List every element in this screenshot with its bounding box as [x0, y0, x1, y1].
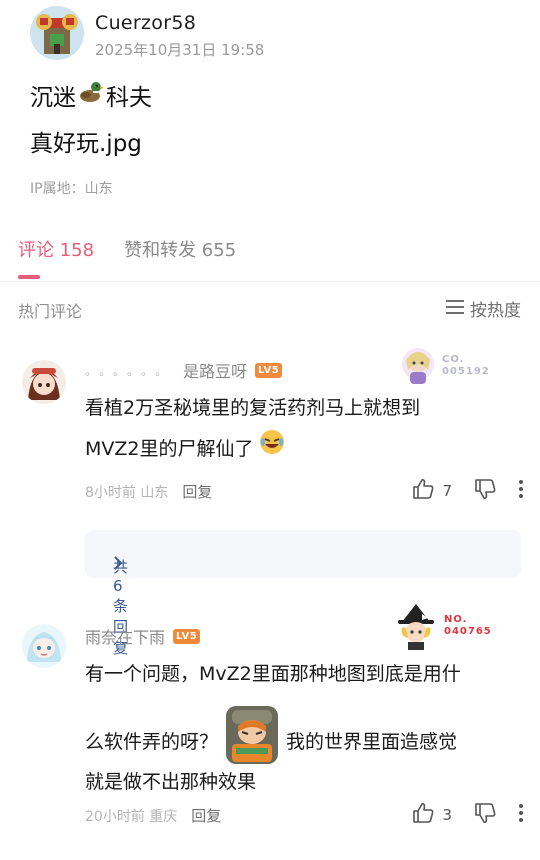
- post-text-line2: 真好玩.jpg: [30, 131, 142, 157]
- sort-by-heat-button[interactable]: 按热度: [446, 296, 521, 321]
- comment-text-line1: 有一个问题，MvZ2里面那种地图到底是用什: [85, 663, 461, 685]
- comment-location: 山东: [140, 484, 169, 501]
- comment-actions: 3: [412, 802, 524, 828]
- commenter-name-row: 。。。。。。 是路豆呀 LV5: [85, 358, 283, 382]
- author-avatar[interactable]: [30, 6, 84, 60]
- comment-text-line2-row: MVZ2里的尸解仙了: [85, 428, 525, 470]
- comment-time-location: 20小时前 重庆: [85, 806, 177, 826]
- tab-divider: [0, 281, 540, 282]
- badge-character-icon: [402, 348, 434, 384]
- commenter-name-row: 雨奈在下雨 LV5: [85, 624, 201, 648]
- comment-meta: 20小时前 重庆 回复: [85, 805, 221, 826]
- more-options-button[interactable]: [518, 803, 524, 827]
- badge-number: NO. 040765: [444, 614, 492, 638]
- post-timestamp: 2025年10月31日 19:58: [95, 41, 265, 59]
- author-avatar-image: [30, 6, 84, 60]
- badge-prefix: NO.: [444, 614, 468, 625]
- post-text-after: 科夫: [106, 85, 152, 111]
- thumbs-up-icon: [412, 802, 434, 828]
- commenter-avatar-image: [22, 360, 66, 404]
- comment-text: 有一个问题，MvZ2里面那种地图到底是用什 么软件弄的呀？ 我的世界里面造感觉 …: [85, 654, 525, 802]
- like-button[interactable]: 7: [412, 478, 452, 504]
- fan-badge: CO. 005192: [398, 344, 490, 388]
- thumbs-down-icon: [474, 802, 496, 828]
- active-tab-indicator: [18, 275, 40, 279]
- witch-character-icon: [398, 604, 434, 650]
- commenter-avatar[interactable]: [22, 360, 66, 404]
- post-text-line1: 沉迷 科夫: [30, 78, 152, 112]
- more-vertical-icon: [518, 479, 524, 503]
- duck-emoji-icon: [78, 80, 104, 110]
- reply-button[interactable]: 回复: [182, 481, 212, 502]
- commenter-avatar-image: [22, 624, 66, 668]
- comment-meta: 8小时前 山东 回复: [85, 481, 212, 502]
- comment-time: 20小时前: [85, 808, 145, 825]
- view-replies-button[interactable]: 共6条回复: [85, 530, 521, 657]
- badge-serial: 040765: [444, 626, 492, 637]
- comment-time: 8小时前: [85, 484, 136, 501]
- commenter-name[interactable]: 雨奈在下雨: [85, 624, 165, 648]
- hot-comments-label: 热门评论: [18, 302, 83, 321]
- ip-location: IP属地：山东: [30, 181, 113, 197]
- dislike-button[interactable]: [474, 802, 496, 828]
- comment-text-line2a: 么软件弄的呀？: [85, 731, 219, 753]
- comment-time-location: 8小时前 山东: [85, 482, 168, 502]
- comment-text-line1: 看植2万圣秘境里的复活药剂马上就想到: [85, 397, 421, 419]
- thumbs-up-icon: [412, 478, 434, 504]
- more-options-button[interactable]: [518, 479, 524, 503]
- dislike-button[interactable]: [474, 478, 496, 504]
- badge-number: CO. 005192: [442, 354, 490, 378]
- like-button[interactable]: 3: [412, 802, 452, 828]
- post-header: Cuerzor58 2025年10月31日 19:58: [30, 4, 510, 64]
- author-name[interactable]: Cuerzor58: [95, 12, 196, 34]
- like-count: 3: [442, 806, 452, 824]
- level-badge: LV5: [255, 362, 283, 378]
- badge-prefix: CO.: [442, 354, 465, 365]
- more-vertical-icon: [518, 803, 524, 827]
- tab-comments[interactable]: 评论 158: [18, 236, 94, 266]
- comment-text-line2: MVZ2里的尸解仙了: [85, 438, 254, 460]
- badge-serial: 005192: [442, 366, 490, 377]
- commenter-avatar[interactable]: [22, 624, 66, 668]
- fan-badge: NO. 040765: [392, 602, 492, 650]
- level-badge: LV5: [173, 628, 201, 644]
- post-text-before: 沉迷: [30, 85, 76, 111]
- tab-bar: 评论 158 赞和转发 655: [18, 236, 236, 266]
- menu-lines-icon: [446, 299, 464, 319]
- comment-actions: 7: [412, 478, 524, 504]
- comment-text: 看植2万圣秘境里的复活药剂马上就想到 MVZ2里的尸解仙了: [85, 388, 525, 470]
- reply-button[interactable]: 回复: [191, 805, 221, 826]
- sort-label: 按热度: [470, 301, 521, 321]
- comment-item: 雨奈在下雨 LV5 NO. 040765 有一个问题，MvZ2里面那种地图到底是…: [0, 600, 540, 850]
- laughing-crying-emoji-icon: [258, 428, 286, 470]
- tab-likes-reposts[interactable]: 赞和转发 655: [124, 236, 236, 266]
- name-prefix-dots: 。。。。。。: [85, 363, 176, 378]
- comment-location: 重庆: [149, 808, 178, 825]
- like-count: 7: [442, 482, 452, 500]
- comment-item: 。。。。。。 是路豆呀 LV5 CO. 005192 看植2万圣秘境里的复活药剂…: [0, 340, 540, 657]
- comment-text-line2b: 我的世界里面造感觉: [286, 731, 458, 753]
- chevron-right-icon: [113, 556, 123, 574]
- thumbs-down-icon: [474, 478, 496, 504]
- comment-text-line3: 就是做不出那种效果: [85, 771, 257, 793]
- commenter-name[interactable]: 是路豆呀: [183, 358, 247, 382]
- comment-text-line2-row: 么软件弄的呀？ 我的世界里面造感觉: [85, 706, 525, 764]
